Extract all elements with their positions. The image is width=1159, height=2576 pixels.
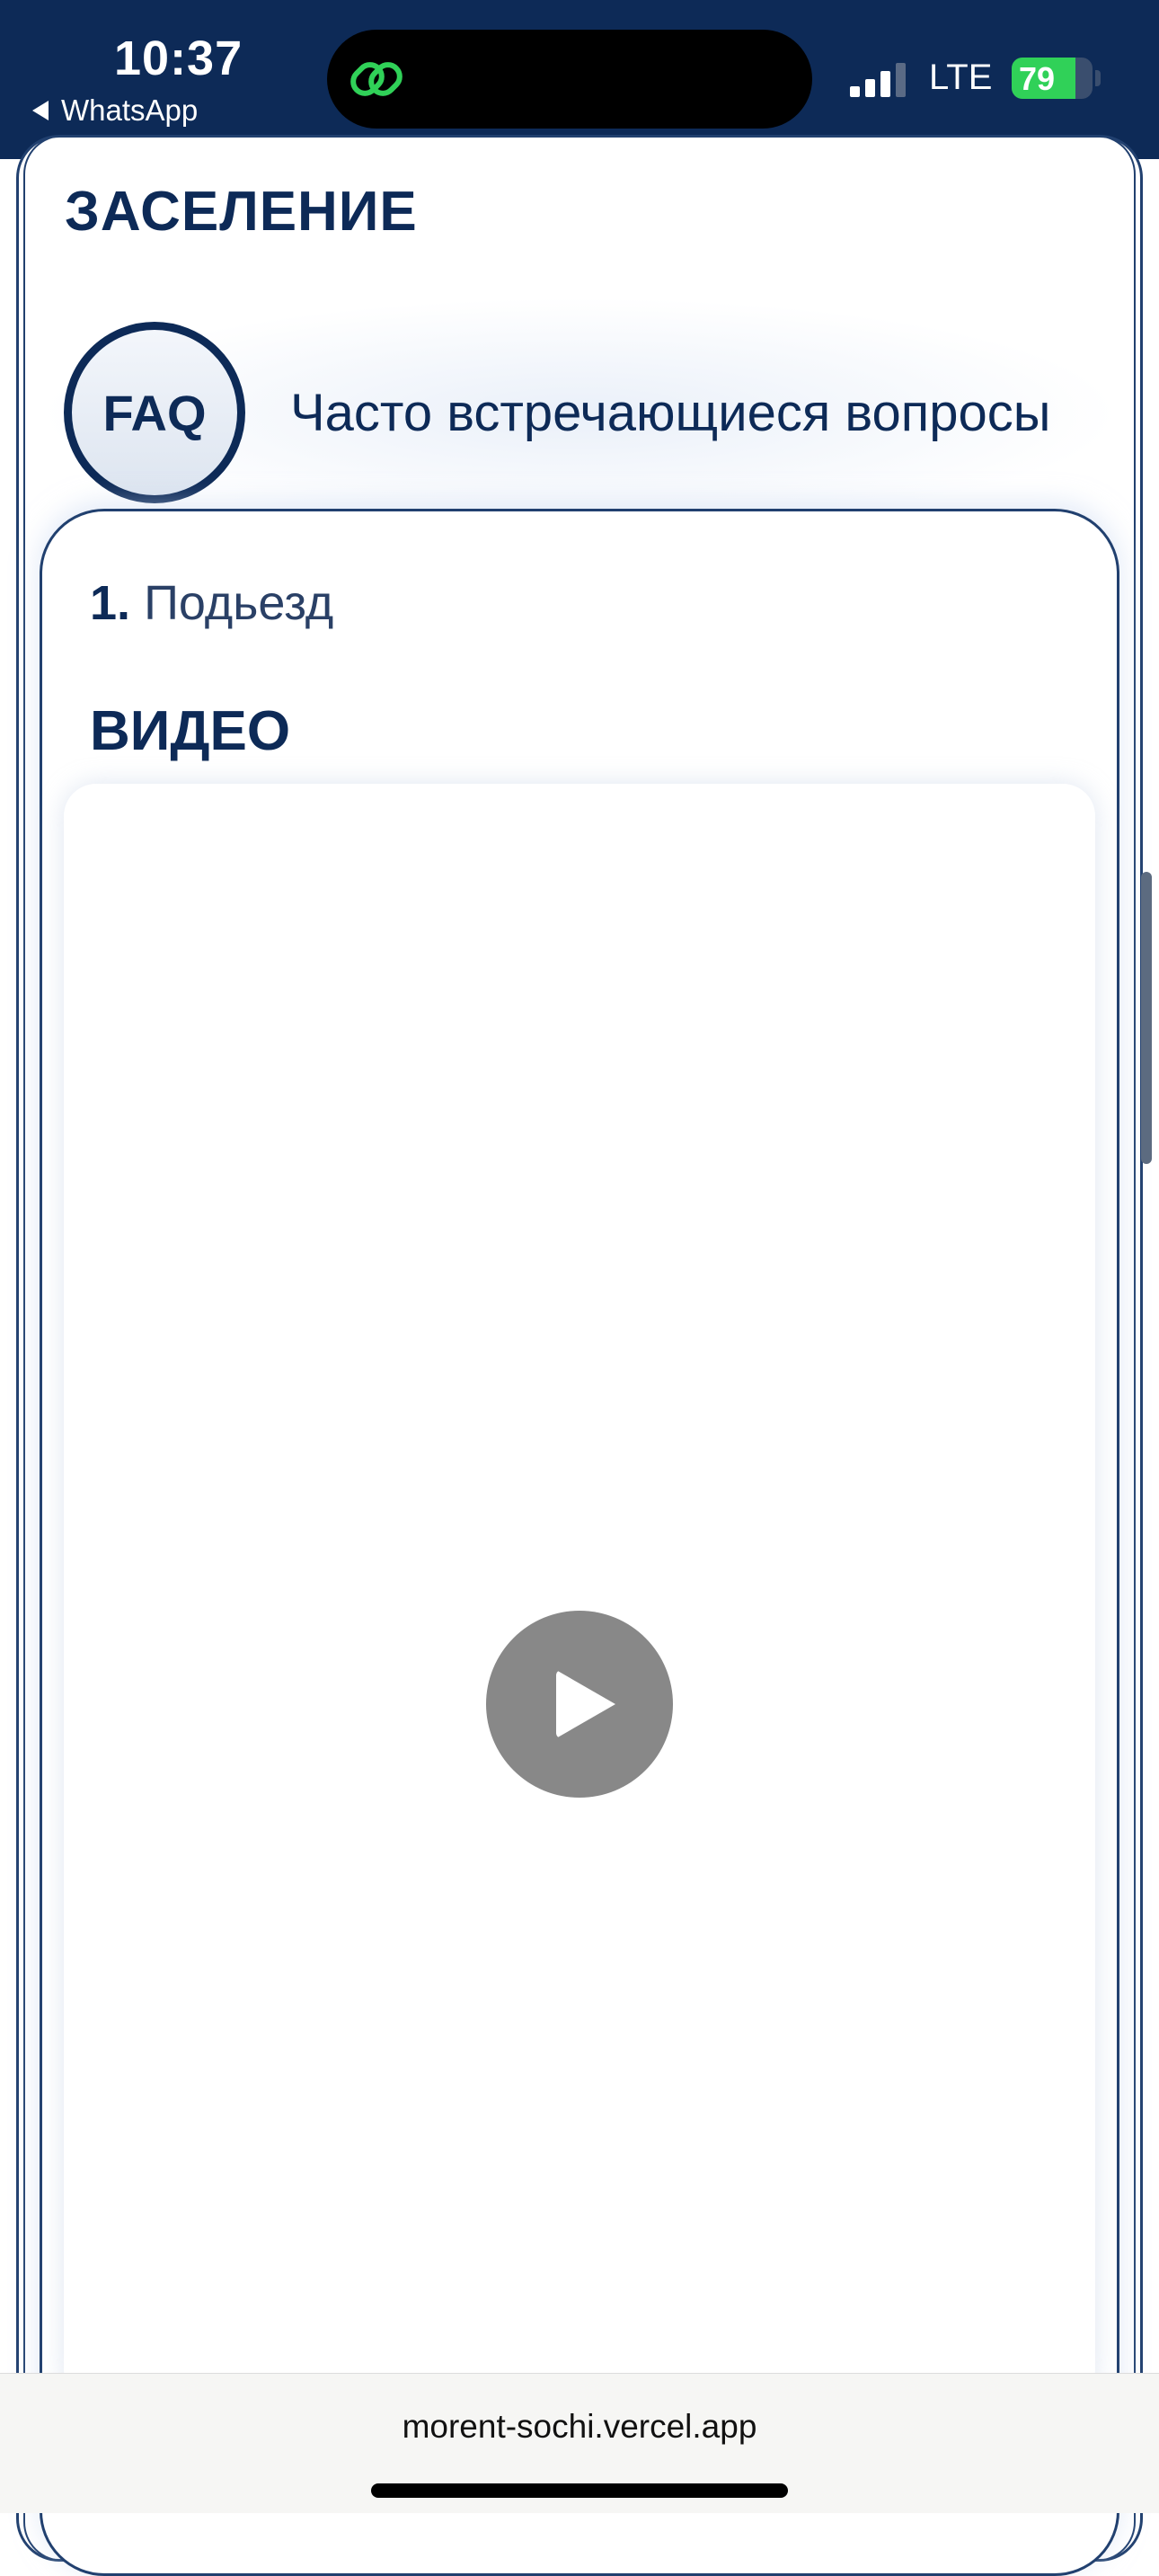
faq-heading: Часто встречающиеся вопросы	[290, 384, 1051, 442]
network-type: LTE	[929, 58, 993, 97]
home-indicator[interactable]	[371, 2483, 788, 2498]
faq-badge: FAQ	[64, 322, 245, 503]
cellular-signal-icon	[850, 63, 906, 97]
section-title: ЗАСЕЛЕНИЕ	[65, 181, 418, 243]
question-title[interactable]: 1. Подьезд	[90, 575, 333, 631]
page-scrollbar[interactable]	[1141, 872, 1152, 1164]
video-player[interactable]	[64, 784, 1095, 2402]
address-bar-url[interactable]: morent-sochi.vercel.app	[0, 2408, 1159, 2446]
dynamic-island	[327, 30, 812, 129]
status-time: 10:37	[114, 31, 243, 85]
back-arrow-icon	[32, 101, 49, 120]
browser-bottom-bar: morent-sochi.vercel.app	[0, 2373, 1159, 2513]
chain-link-icon	[350, 62, 403, 96]
back-app-label: WhatsApp	[61, 93, 199, 127]
battery-icon: 79	[1012, 58, 1093, 99]
play-icon	[556, 1670, 615, 1738]
question-text: Подьезд	[144, 576, 334, 630]
question-number: 1.	[90, 576, 131, 630]
battery-nub	[1095, 70, 1101, 86]
play-button[interactable]	[486, 1611, 673, 1798]
battery-level: 79	[1019, 60, 1056, 97]
back-to-app-link[interactable]: WhatsApp	[32, 93, 198, 128]
video-label: ВИДЕО	[90, 700, 291, 762]
